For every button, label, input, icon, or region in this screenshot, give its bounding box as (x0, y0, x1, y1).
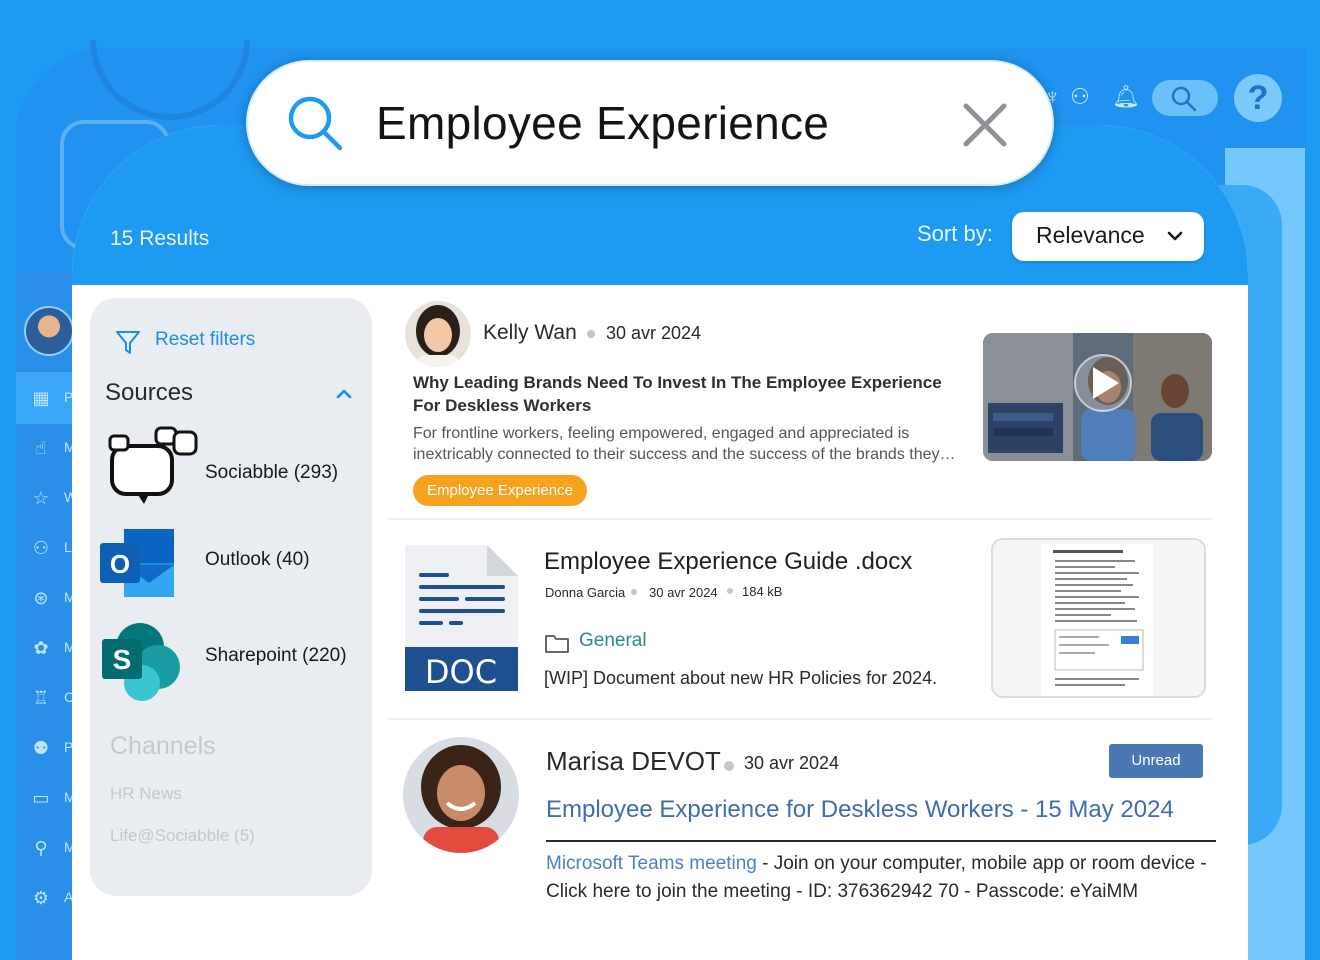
user-avatar[interactable] (24, 306, 74, 356)
folder-icon (545, 635, 569, 653)
document-thumbnail[interactable] (991, 538, 1206, 698)
unread-badge: Unread (1109, 744, 1203, 778)
result-description: For frontline workers, feeling empowered… (413, 425, 956, 463)
title-underline (546, 840, 1216, 842)
divider (388, 718, 1212, 720)
post-date: 30 avr 2024 (649, 585, 718, 600)
search-bar[interactable]: Employee Experience (246, 60, 1054, 186)
author-avatar (405, 301, 471, 367)
result-description: Microsoft Teams meeting - Join on your c… (546, 850, 1216, 906)
separator-dot (631, 589, 637, 595)
result-title[interactable]: Why Leading Brands Need To Invest In The… (413, 371, 973, 417)
gear-icon[interactable]: ⚙ (30, 887, 52, 909)
separator-dot (587, 330, 595, 338)
post-date: 30 avr 2024 (606, 323, 702, 343)
dashboard-icon[interactable]: ▦ (30, 387, 52, 409)
video-thumbnail[interactable] (983, 333, 1212, 461)
separator-dot (724, 761, 734, 771)
result-title[interactable]: Employee Experience for Deskless Workers… (546, 796, 1174, 824)
add-users-icon[interactable]: ⚇ (1070, 84, 1090, 110)
result-title[interactable]: Employee Experience Guide .docx (544, 548, 912, 576)
badge-icon[interactable]: ⊛ (30, 587, 52, 609)
person-icon[interactable]: ⚲ (30, 837, 52, 859)
search-input[interactable]: Employee Experience (376, 96, 829, 150)
author-name: Donna Garcia (545, 585, 626, 600)
divider (388, 518, 1212, 520)
help-button[interactable]: ? (1234, 74, 1282, 122)
star-icon[interactable]: ☆ (30, 487, 52, 509)
search-icon (288, 96, 343, 151)
doc-file-icon: DOC (405, 545, 518, 691)
search-icon (1171, 86, 1197, 112)
close-icon[interactable] (960, 100, 1010, 150)
hand-pointer-icon[interactable]: ☝ (30, 437, 52, 459)
search-results-card: 15 Results Sort by: Relevance Reset filt… (72, 125, 1248, 960)
author-avatar (403, 737, 519, 853)
users-icon[interactable]: ⚉ (30, 737, 52, 759)
file-size: 184 kB (742, 584, 783, 599)
trophy-icon[interactable]: ♖ (30, 687, 52, 709)
top-search-button[interactable] (1152, 80, 1218, 116)
doc-label: DOC (425, 653, 497, 691)
folder-icon[interactable]: ▭ (30, 787, 52, 809)
result-description: [WIP] Document about new HR Policies for… (544, 668, 938, 688)
author-name[interactable]: Kelly Wan (483, 321, 577, 345)
video-preview-image (983, 333, 1212, 461)
folder-link[interactable]: General (579, 630, 647, 652)
people-icon[interactable]: ⚇ (30, 537, 52, 559)
document-preview-image (993, 540, 1204, 696)
tag-badge[interactable]: Employee Experience (413, 475, 587, 506)
bell-icon[interactable]: 🔔︎ (1112, 84, 1140, 110)
plant-icon[interactable]: ✿ (30, 637, 52, 659)
post-date: 30 avr 2024 (744, 753, 840, 773)
teams-meeting-link[interactable]: Microsoft Teams meeting (546, 853, 757, 874)
author-name[interactable]: Marisa DEVOT (546, 746, 721, 777)
separator-dot (727, 588, 733, 594)
